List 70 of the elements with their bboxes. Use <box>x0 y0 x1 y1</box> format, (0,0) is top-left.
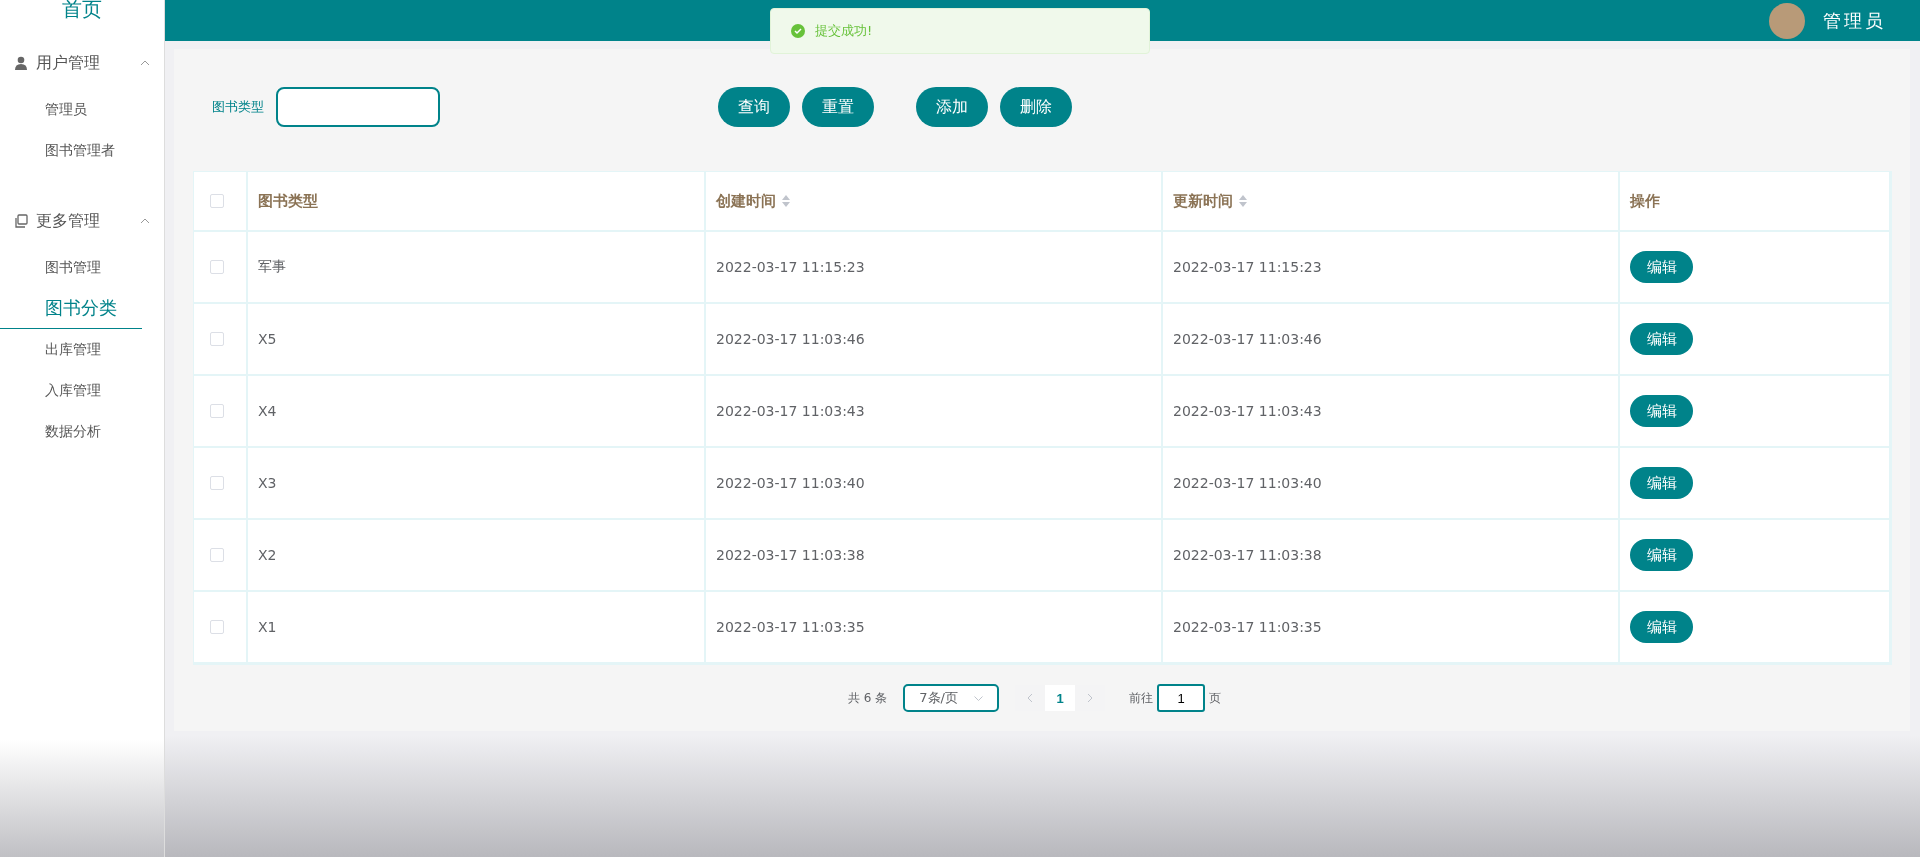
edit-button[interactable]: 编辑 <box>1630 251 1693 283</box>
table-cell: 2022-03-17 11:03:46 <box>716 331 865 347</box>
table-cell: 2022-03-17 11:03:46 <box>1173 331 1322 347</box>
menu-item[interactable]: 图书管理者 <box>0 130 142 171</box>
table-cell: X1 <box>258 619 277 635</box>
checkbox[interactable] <box>210 476 224 490</box>
check-circle-icon <box>791 24 805 38</box>
edit-button[interactable]: 编辑 <box>1630 467 1693 499</box>
page-number[interactable]: 1 <box>1045 685 1076 711</box>
menu-item[interactable]: 数据分析 <box>0 411 142 452</box>
checkbox[interactable] <box>210 194 224 208</box>
home-link[interactable]: 首页 <box>0 0 164 37</box>
table-cell: X4 <box>258 403 277 419</box>
table-cell: 2022-03-17 11:03:35 <box>1173 619 1322 635</box>
edit-button[interactable]: 编辑 <box>1630 395 1693 427</box>
menu-item[interactable]: 管理员 <box>0 89 142 130</box>
sort-icon[interactable] <box>782 195 790 207</box>
checkbox[interactable] <box>210 404 224 418</box>
total-count: 共 6 条 <box>847 689 888 707</box>
column-header: 图书类型 <box>258 191 318 211</box>
table-cell: 2022-03-17 11:03:38 <box>1173 547 1322 563</box>
chevron-left-icon <box>1027 693 1034 703</box>
table-cell: 2022-03-17 11:15:23 <box>716 259 865 275</box>
edit-button[interactable]: 编辑 <box>1630 323 1693 355</box>
field-label: 图书类型 <box>212 98 264 116</box>
table-cell: 2022-03-17 11:03:43 <box>716 403 865 419</box>
chevron-down-icon <box>973 695 983 701</box>
column-header: 操作 <box>1630 191 1660 211</box>
table-cell: X5 <box>258 331 277 347</box>
sort-icon[interactable] <box>1239 195 1247 207</box>
action-button[interactable]: 添加 <box>916 87 988 127</box>
chevron-right-icon <box>1087 693 1094 703</box>
edit-button[interactable]: 编辑 <box>1630 539 1693 571</box>
table-cell: X3 <box>258 475 277 491</box>
checkbox[interactable] <box>210 332 224 346</box>
caret-icon <box>140 218 150 224</box>
checkbox[interactable] <box>210 260 224 274</box>
checkbox[interactable] <box>210 548 224 562</box>
action-button[interactable]: 删除 <box>1000 87 1072 127</box>
menu-item[interactable]: 图书管理 <box>0 247 142 288</box>
table-cell: 2022-03-17 11:03:40 <box>1173 475 1322 491</box>
goto-label: 前往 <box>1129 689 1154 707</box>
toast-message: 提交成功! <box>815 22 873 40</box>
menu-group[interactable]: 更多管理 <box>0 195 164 247</box>
menu-item[interactable]: 出库管理 <box>0 329 142 370</box>
page-suffix: 页 <box>1209 689 1222 707</box>
table-cell: 军事 <box>258 258 286 276</box>
table-cell: 2022-03-17 11:03:43 <box>1173 403 1322 419</box>
page-input[interactable]: 1 <box>1157 684 1206 712</box>
caret-icon <box>140 60 150 66</box>
column-header: 创建时间 <box>716 191 776 211</box>
table-cell: 2022-03-17 11:03:35 <box>716 619 865 635</box>
menu-item[interactable]: 入库管理 <box>0 370 142 411</box>
search-field[interactable] <box>276 87 440 127</box>
copy-icon <box>14 214 28 228</box>
table-cell: 2022-03-17 11:03:40 <box>716 475 865 491</box>
menu-item[interactable]: 图书分类 <box>0 288 142 329</box>
column-header: 更新时间 <box>1173 191 1233 211</box>
page-size-select[interactable]: 7条/页 <box>903 684 1000 712</box>
table-cell: X2 <box>258 547 277 563</box>
checkbox[interactable] <box>210 620 224 634</box>
action-button[interactable]: 查询 <box>718 87 790 127</box>
menu-group[interactable]: 用户管理 <box>0 37 164 89</box>
edit-button[interactable]: 编辑 <box>1630 611 1693 643</box>
table-cell: 2022-03-17 11:15:23 <box>1173 259 1322 275</box>
table-cell: 2022-03-17 11:03:38 <box>716 547 865 563</box>
user-name: 管理员 <box>1823 8 1886 33</box>
avatar[interactable] <box>1769 2 1805 39</box>
action-button[interactable]: 重置 <box>802 87 874 127</box>
user-icon <box>14 56 28 70</box>
